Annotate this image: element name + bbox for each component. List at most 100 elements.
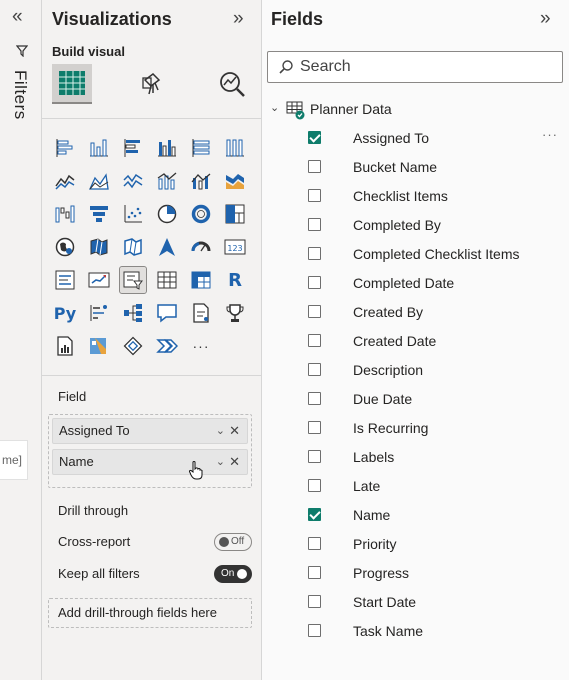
build-visual-tab[interactable] [52,64,92,104]
100-stacked-column-chart-icon[interactable] [222,135,248,161]
scatter-chart-icon[interactable] [120,201,146,227]
field-checkbox[interactable] [308,450,321,463]
power-automate-flow-icon[interactable] [154,333,180,359]
field-label: Field [58,389,87,404]
analytics-tab[interactable] [212,64,252,104]
field-row[interactable]: Description [262,356,569,385]
stacked-column-chart-icon[interactable] [86,135,112,161]
smart-narrative-icon[interactable] [188,300,214,326]
field-row[interactable]: Created Date [262,327,569,356]
r-script-visual-icon[interactable]: R [222,267,248,293]
cross-report-toggle[interactable]: Off [214,533,252,551]
expand-visualizations-icon[interactable]: » [233,8,244,30]
waterfall-chart-icon[interactable] [52,201,78,227]
field-checkbox[interactable] [308,218,321,231]
field-checkbox[interactable] [308,624,321,637]
close-icon[interactable]: ✕ [229,419,240,443]
card-icon[interactable]: 123 [222,234,248,260]
filled-map-icon[interactable] [86,234,112,260]
search-input[interactable] [300,56,550,78]
key-influencers-icon[interactable] [86,300,112,326]
field-checkbox[interactable] [308,421,321,434]
donut-chart-icon[interactable] [188,201,214,227]
collapse-filters-icon[interactable]: « [12,6,23,28]
map-icon[interactable] [52,234,78,260]
decomposition-tree-icon[interactable] [120,300,146,326]
more-visuals-icon[interactable]: ··· [188,333,214,359]
field-checkbox[interactable] [308,334,321,347]
more-options-icon[interactable]: ··· [542,127,558,142]
line-clustered-column-chart-icon[interactable] [188,168,214,194]
field-row[interactable]: Due Date [262,385,569,414]
field-row[interactable]: Completed Date [262,269,569,298]
field-row[interactable]: Progress [262,559,569,588]
chevron-down-icon[interactable]: ⌄ [216,450,225,474]
field-checkbox[interactable] [308,276,321,289]
format-visual-tab[interactable] [133,64,173,104]
field-row[interactable]: Late [262,472,569,501]
gauge-icon[interactable] [188,234,214,260]
stacked-area-chart-icon[interactable] [120,168,146,194]
pie-chart-icon[interactable] [154,201,180,227]
field-row[interactable]: Start Date [262,588,569,617]
search-box[interactable] [267,51,563,83]
multi-row-card-icon[interactable] [52,267,78,293]
field-row[interactable]: Name [262,501,569,530]
field-row[interactable]: Is Recurring [262,414,569,443]
field-checkbox[interactable] [308,566,321,579]
stacked-bar-chart-icon[interactable] [52,135,78,161]
100-stacked-bar-chart-icon[interactable] [188,135,214,161]
field-pill-name[interactable]: Name ⌄ ✕ [52,449,248,475]
field-row[interactable]: Completed By [262,211,569,240]
field-wells: Field Assigned To ⌄ ✕ Name ⌄ ✕ Drill thr… [42,375,262,680]
field-checkbox[interactable] [308,247,321,260]
field-row[interactable]: Priority [262,530,569,559]
paginated-report-icon[interactable] [52,333,78,359]
field-row[interactable]: Checklist Items [262,182,569,211]
field-checkbox[interactable] [308,305,321,318]
field-checkbox[interactable] [308,131,321,144]
clustered-column-chart-icon[interactable] [154,135,180,161]
qa-visual-icon[interactable] [154,300,180,326]
field-checkbox[interactable] [308,508,321,521]
table-icon[interactable] [154,267,180,293]
filters-label[interactable]: Filters [10,70,30,120]
field-row[interactable]: Created By [262,298,569,327]
field-row[interactable]: Assigned To ··· [262,124,569,153]
expand-fields-icon[interactable]: » [540,8,551,30]
field-checkbox[interactable] [308,363,321,376]
field-checkbox[interactable] [308,537,321,550]
line-chart-icon[interactable] [52,168,78,194]
power-automate-icon[interactable] [120,333,146,359]
analytics-magnifier-icon [220,72,245,97]
azure-map-icon[interactable] [154,234,180,260]
power-apps-icon[interactable] [86,333,112,359]
field-row[interactable]: Bucket Name [262,153,569,182]
area-chart-icon[interactable] [86,168,112,194]
python-visual-icon[interactable]: Py [52,300,78,326]
line-stacked-column-chart-icon[interactable] [154,168,180,194]
field-row[interactable]: Labels [262,443,569,472]
field-pill-assigned-to[interactable]: Assigned To ⌄ ✕ [52,418,248,444]
chevron-down-icon[interactable]: ⌄ [270,101,279,114]
matrix-icon[interactable] [188,267,214,293]
treemap-icon[interactable] [222,201,248,227]
field-row[interactable]: Task Name [262,617,569,646]
field-checkbox[interactable] [308,595,321,608]
field-row[interactable]: Completed Checklist Items [262,240,569,269]
slicer-icon[interactable] [119,266,147,294]
field-checkbox[interactable] [308,479,321,492]
ribbon-chart-icon[interactable] [222,168,248,194]
kpi-icon[interactable] [86,267,112,293]
field-checkbox[interactable] [308,392,321,405]
keep-all-filters-toggle[interactable]: On [214,565,252,583]
chevron-down-icon[interactable]: ⌄ [216,419,225,443]
clustered-bar-chart-icon[interactable] [120,135,146,161]
drill-through-dropzone[interactable]: Add drill-through fields here [48,598,252,628]
funnel-chart-icon[interactable] [86,201,112,227]
goals-trophy-icon[interactable] [222,300,248,326]
field-checkbox[interactable] [308,189,321,202]
field-checkbox[interactable] [308,160,321,173]
shape-map-icon[interactable] [120,234,146,260]
close-icon[interactable]: ✕ [229,450,240,474]
